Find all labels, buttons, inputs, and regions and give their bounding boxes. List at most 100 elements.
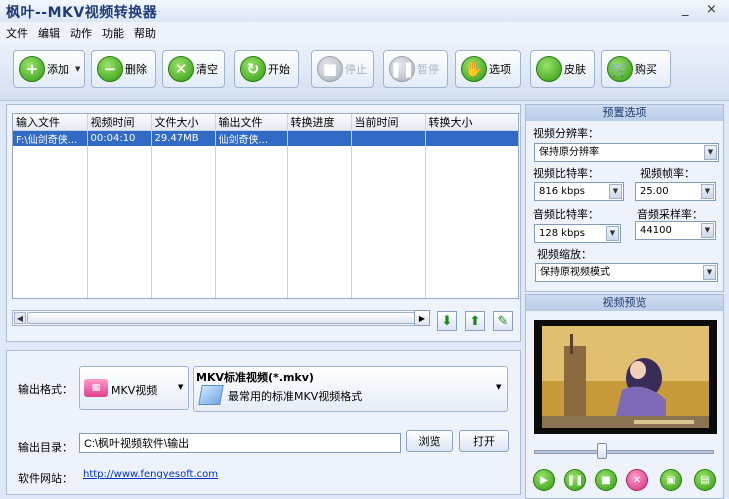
menu-file[interactable]: 文件 <box>6 25 28 41</box>
pencil-icon: ✎ <box>497 313 509 329</box>
add-button[interactable]: + 添加 ▼ <box>13 50 85 88</box>
monitor-icon <box>198 385 224 405</box>
video-format-icon: ▦ <box>84 379 108 397</box>
col-converted-size[interactable]: 转换大小 <box>425 114 518 131</box>
framerate-label: 视频帧率： <box>640 167 695 180</box>
scroll-end-button[interactable]: ▶ <box>414 310 430 326</box>
horizontal-scrollbar[interactable]: ◀ ▶ <box>12 310 430 326</box>
play-button[interactable]: ▶ <box>533 469 555 491</box>
framerate-value: 25.00 <box>640 186 669 197</box>
mute-button[interactable]: ✕ <box>626 469 648 491</box>
menu-bar: 文件 编辑 动作 功能 帮助 <box>0 22 729 42</box>
arrow-up-icon: ⬆ <box>469 313 481 329</box>
scale-select[interactable]: 保持原视频模式 ▼ <box>535 263 718 282</box>
browse-button[interactable]: 浏览 <box>406 430 453 452</box>
chevron-down-icon: ▼ <box>701 184 714 199</box>
table-empty-area <box>13 146 518 298</box>
format-detail-select[interactable]: MKV标准视频(*.mkv) 最常用的标准MKV视频格式 ▼ <box>193 366 508 412</box>
resolution-value: 保持原分辨率 <box>539 147 599 158</box>
stop-button[interactable]: ■ 停止 <box>311 50 374 88</box>
cell-progress <box>287 130 352 146</box>
edit-button[interactable]: ✎ <box>493 311 513 331</box>
resolution-select[interactable]: 保持原分辨率 ▼ <box>534 143 719 162</box>
preview-seek-thumb[interactable] <box>596 443 607 459</box>
col-progress[interactable]: 转换进度 <box>287 114 352 131</box>
cell-current-time <box>351 130 426 146</box>
col-current-time[interactable]: 当前时间 <box>351 114 426 131</box>
start-button[interactable]: ↻ 开始 <box>234 50 299 88</box>
stop-icon: ■ <box>601 474 611 486</box>
delete-button[interactable]: − 删除 <box>91 50 156 88</box>
apple-icon <box>536 56 562 82</box>
col-file-size[interactable]: 文件大小 <box>151 114 216 131</box>
options-button[interactable]: ✋ 选项 <box>455 50 521 88</box>
chevron-down-icon: ▼ <box>496 383 502 391</box>
pause-preview-button[interactable]: ❚❚ <box>564 469 586 491</box>
audio-bitrate-label: 音频比特率： <box>533 208 599 221</box>
scroll-left-icon[interactable]: ◀ <box>14 312 26 324</box>
pause-button[interactable]: ❚❚ 暂停 <box>383 50 448 88</box>
clear-button[interactable]: ✕ 清空 <box>162 50 225 88</box>
buy-label: 购买 <box>635 63 657 76</box>
skin-label: 皮肤 <box>564 63 586 76</box>
cell-input-file: F:\仙剑奇侠... <box>13 130 88 146</box>
cell-converted-size <box>425 130 518 146</box>
chevron-down-icon: ▼ <box>704 145 717 160</box>
pause-icon: ❚❚ <box>566 474 584 486</box>
menu-function[interactable]: 功能 <box>102 25 124 41</box>
samplerate-label: 音频采样率： <box>637 208 703 221</box>
scroll-thumb[interactable] <box>27 312 415 324</box>
toolbar: + 添加 ▼ − 删除 ✕ 清空 ↻ 开始 ■ 停止 ❚❚ 暂停 ✋ 选项 皮肤… <box>0 42 729 101</box>
chevron-down-icon: ▼ <box>178 383 184 391</box>
pause-label: 暂停 <box>417 63 439 76</box>
output-dir-label: 输出目录： <box>18 441 73 454</box>
preview-frame-image <box>534 320 717 434</box>
skin-button[interactable]: 皮肤 <box>530 50 595 88</box>
scale-label: 视频缩放： <box>537 248 592 261</box>
col-video-time[interactable]: 视频时间 <box>87 114 152 131</box>
buy-button[interactable]: 🛒 购买 <box>601 50 671 88</box>
audio-bitrate-value: 128 kbps <box>539 228 585 239</box>
output-dir-input[interactable] <box>79 433 401 453</box>
col-input-file[interactable]: 输入文件 <box>13 114 88 131</box>
stop-preview-button[interactable]: ■ <box>595 469 617 491</box>
close-button[interactable]: × <box>706 2 717 17</box>
open-folder-button[interactable]: ▤ <box>694 469 716 491</box>
open-button[interactable]: 打开 <box>459 430 509 452</box>
shopping-cart-icon: 🛒 <box>607 56 633 82</box>
pause-icon: ❚❚ <box>389 56 415 82</box>
chevron-down-icon: ▼ <box>701 223 714 238</box>
resolution-label: 视频分辨率： <box>533 127 599 140</box>
minimize-button[interactable]: _ <box>682 2 689 17</box>
col-output-file[interactable]: 输出文件 <box>215 114 288 131</box>
format-select[interactable]: ▦ MKV视频 ▼ <box>79 366 189 410</box>
samplerate-select[interactable]: 44100 ▼ <box>635 221 716 240</box>
website-link[interactable]: http://www.fengyesoft.com <box>83 469 218 480</box>
play-icon: ▶ <box>540 474 548 486</box>
file-table: 输入文件 视频时间 文件大小 输出文件 转换进度 当前时间 转换大小 F:\仙剑… <box>12 113 519 299</box>
move-up-button[interactable]: ⬆ <box>465 311 485 331</box>
chevron-down-icon: ▼ <box>609 184 622 199</box>
menu-edit[interactable]: 编辑 <box>38 25 60 41</box>
video-bitrate-select[interactable]: 816 kbps ▼ <box>534 182 624 201</box>
menu-action[interactable]: 动作 <box>70 25 92 41</box>
scale-value: 保持原视频模式 <box>540 267 610 278</box>
audio-bitrate-select[interactable]: 128 kbps ▼ <box>534 224 621 243</box>
menu-help[interactable]: 帮助 <box>134 25 156 41</box>
framerate-select[interactable]: 25.00 ▼ <box>635 182 716 201</box>
mute-icon: ✕ <box>632 474 642 486</box>
chevron-down-icon: ▼ <box>606 226 619 241</box>
snapshot-button[interactable]: ▣ <box>660 469 682 491</box>
preview-seek-track[interactable] <box>534 450 714 454</box>
samplerate-value: 44100 <box>640 225 672 236</box>
move-down-button[interactable]: ⬇ <box>437 311 457 331</box>
cell-file-size: 29.47MB <box>151 130 216 146</box>
title-bar: 枫叶--MKV视频转换器 _ × <box>0 0 729 22</box>
plus-icon: + <box>19 56 45 82</box>
chevron-down-icon: ▼ <box>703 265 716 280</box>
clear-x-icon: ✕ <box>168 56 194 82</box>
video-preview <box>534 320 717 434</box>
table-row[interactable]: F:\仙剑奇侠... 00:04:10 29.47MB 仙剑奇侠... <box>13 130 518 146</box>
options-label: 选项 <box>489 63 511 76</box>
cell-video-time: 00:04:10 <box>87 130 152 146</box>
